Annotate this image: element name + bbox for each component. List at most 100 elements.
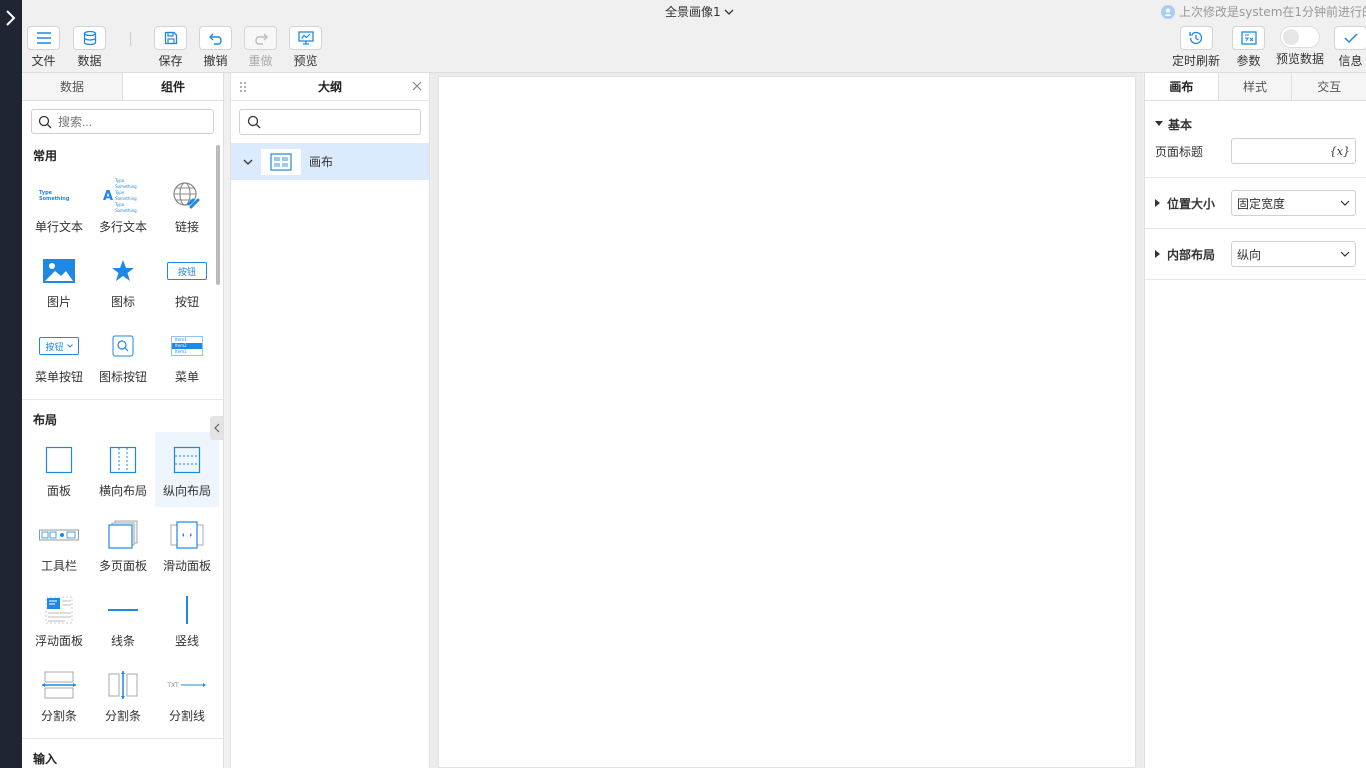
section-divider [22,399,223,400]
component-label: 浮动面板 [34,634,83,648]
component-image[interactable]: 图片 [27,243,91,318]
component-vertical-layout[interactable]: 纵向布局 [155,432,219,507]
component-panel-item[interactable]: 面板 [27,432,91,507]
position-size-row: 位置大小 固定宽度 [1155,178,1356,228]
component-link[interactable]: 链接 [155,168,219,243]
component-multi-line-text[interactable]: A Type Something Type Something Type Som… [91,168,155,243]
outline-search[interactable] [239,109,421,135]
save-button[interactable]: 保存 [154,26,187,69]
menu-list-icon: Item1 Item2 Item1 [167,330,207,362]
component-icon[interactable]: 图标 [91,243,155,318]
inner-layout-value: 纵向 [1237,247,1262,262]
component-label: 分割条 [40,709,77,723]
menu-icon [36,32,51,44]
undo-button[interactable]: 撤销 [199,26,232,69]
document-title[interactable]: 全景画像1 [665,3,734,20]
undo-icon [208,33,222,45]
component-label: 按钮 [174,295,199,309]
outline-search-input[interactable] [267,114,417,130]
page-title-input[interactable]: {x} [1231,138,1356,164]
preview-data-toggle[interactable]: 预览数据 [1276,26,1324,67]
close-icon[interactable] [411,80,423,92]
preview-button[interactable]: 预览 [289,26,322,69]
horizontal-layout-icon [109,446,137,474]
params-button[interactable]: 参数 [1232,26,1265,69]
component-line[interactable]: 线条 [91,582,155,657]
info-button[interactable]: 信息 [1334,26,1366,69]
floating-panel-icon [45,596,73,624]
component-divider-line[interactable]: TXT 分割线 [155,657,219,732]
position-size-select[interactable]: 固定宽度 [1231,190,1356,216]
collapse-panel-handle[interactable] [210,416,223,440]
section-title-input: 输入 [33,751,58,766]
component-single-line-text[interactable]: Type Something 单行文本 [27,168,91,243]
chevron-down-icon[interactable] [243,158,253,166]
component-label: 链接 [174,220,199,234]
component-horizontal-splitter[interactable]: 分割条 [27,657,91,732]
component-floating-panel[interactable]: 浮动面板 [27,582,91,657]
multi-page-panel-icon [108,520,138,549]
tab-interaction[interactable]: 交互 [1292,73,1366,100]
position-size-header[interactable]: 位置大小 [1155,195,1215,212]
chevron-right-icon[interactable] [2,8,20,28]
redo-button[interactable]: 重做 [244,26,277,69]
basic-section: 基本 页面标题 {x} 位置大小 固定宽度 内部布局 纵向 [1145,101,1366,280]
chevron-down-icon [1340,200,1350,206]
component-multi-page-panel[interactable]: 多页面板 [91,507,155,582]
component-sliding-panel[interactable]: 滑动面板 [155,507,219,582]
component-search[interactable] [31,109,214,134]
formula-icon[interactable]: {x} [1330,145,1350,158]
component-vertical-line[interactable]: 竖线 [155,582,219,657]
tab-canvas[interactable]: 画布 [1145,73,1219,100]
horizontal-splitter-icon [42,671,76,699]
inner-layout-header[interactable]: 内部布局 [1155,246,1215,263]
inner-layout-select[interactable]: 纵向 [1231,241,1356,267]
component-label: 分割线 [168,709,205,723]
component-menu-button[interactable]: 按钮 菜单按钮 [27,318,91,393]
drag-handle-icon[interactable] [239,81,247,93]
canvas-node-icon [261,148,301,175]
monitor-chart-icon [297,31,314,45]
button-icon: 按钮 [167,255,207,287]
component-button[interactable]: 按钮 按钮 [155,243,219,318]
tab-style[interactable]: 样式 [1218,73,1293,100]
chevron-left-icon [213,423,219,433]
document-title-text: 全景画像1 [665,5,721,19]
timed-refresh-button[interactable]: 定时刷新 [1172,26,1220,69]
icon-button-icon [112,335,134,357]
tab-components[interactable]: 组件 [122,73,223,100]
component-label: 菜单按钮 [34,370,83,384]
component-toolbar[interactable]: 工具栏 [27,507,91,582]
component-label: 横向布局 [98,484,147,498]
data-button[interactable]: 数据 [73,26,106,69]
sliding-panel-icon [170,521,204,549]
toolbar-divider [130,32,131,46]
app-root: 全景画像1 上次修改是system在1分钟前进行的 文件 数据 保存 撤销 重做… [0,0,1366,768]
component-vertical-splitter[interactable]: 分割条 [91,657,155,732]
section-title-common: 常用 [33,148,58,163]
preview-data-switch[interactable] [1280,26,1320,48]
component-label: 图标 [110,295,135,309]
component-menu[interactable]: Item1 Item2 Item1 菜单 [155,318,219,393]
component-label: 分割条 [104,709,141,723]
component-label: 菜单 [174,370,199,384]
outline-header: 大纲 [231,73,429,101]
component-horizontal-layout[interactable]: 横向布局 [91,432,155,507]
tab-data[interactable]: 数据 [22,73,122,100]
component-label: 竖线 [174,634,199,648]
vertical-line-icon [186,596,188,624]
component-panel-scrollbar[interactable] [216,145,220,285]
component-search-input[interactable] [58,114,198,129]
history-clock-icon [1189,31,1203,45]
outline-tree-item-canvas[interactable]: 画布 [231,143,429,180]
vertical-splitter-icon [108,671,138,699]
basic-label: 基本 [1168,117,1193,132]
menu-button-icon: 按钮 [39,330,79,362]
outline-panel: 大纲 画布 [230,73,430,768]
component-icon-button[interactable]: 图标按钮 [91,318,155,393]
design-canvas[interactable] [438,76,1136,768]
file-button[interactable]: 文件 [27,26,60,69]
properties-tabs: 画布 样式 交互 [1145,73,1366,101]
common-components-grid: Type Something 单行文本 A Type Something Typ… [22,168,223,393]
component-label: 图片 [46,295,71,309]
